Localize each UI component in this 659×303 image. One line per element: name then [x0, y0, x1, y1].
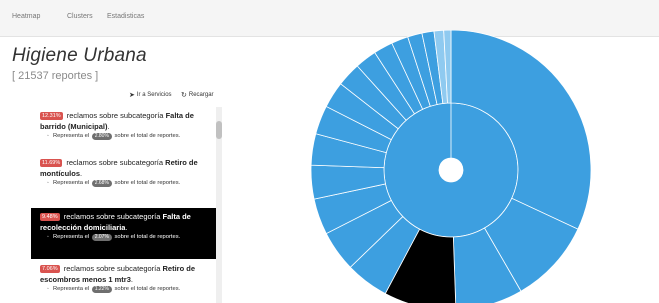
share-badge: 2.68%	[91, 180, 112, 187]
list-item-detail: Representa el 2.68% sobre el total de re…	[31, 179, 217, 187]
list-item[interactable]: 7.06% reclamos sobre subcategoría Retiro…	[31, 263, 217, 293]
detail-suffix: sobre el total de reportes.	[114, 286, 181, 292]
refresh-icon: ↻	[181, 92, 187, 99]
list-item-headline: 12.31% reclamos sobre subcategoría Falta…	[40, 111, 194, 131]
list-item-headline: 7.06% reclamos sobre subcategoría Retiro…	[40, 264, 196, 284]
list-item-headline: 11.69% reclamos sobre subcategoría Retir…	[40, 158, 198, 178]
list-item-headline: 9.48% reclamos sobre subcategoría Falta …	[40, 212, 191, 232]
services-link-label: Ir a Servicios	[136, 92, 172, 98]
percentage-badge: 7.06%	[40, 265, 60, 273]
list-item-detail: Representa el 1.22% sobre el total de re…	[31, 285, 217, 293]
share-badge: 2.07%	[91, 234, 112, 241]
share-badge: 2.80%	[91, 133, 112, 140]
list-item[interactable]: 12.31% reclamos sobre subcategoría Falta…	[31, 110, 217, 140]
item-text: reclamos sobre subcategoría	[63, 264, 161, 273]
scrollbar-thumb[interactable]	[216, 121, 222, 139]
detail-prefix: Representa el	[53, 234, 90, 240]
page-title: Higiene Urbana	[12, 45, 147, 66]
subcategory-list[interactable]: 12.31% reclamos sobre subcategoría Falta…	[31, 104, 225, 303]
list-scrollbar[interactable]	[216, 107, 222, 303]
circle-arrow-icon: ➤	[129, 92, 135, 99]
item-text: reclamos sobre subcategoría	[66, 158, 164, 167]
percentage-badge: 12.31%	[40, 112, 63, 120]
percentage-badge: 11.69%	[40, 159, 63, 167]
share-badge: 1.22%	[91, 286, 112, 293]
report-count: [ 21537 reportes ]	[12, 70, 99, 82]
list-item[interactable]: 11.69% reclamos sobre subcategoría Retir…	[31, 157, 217, 187]
services-link[interactable]: ➤ Ir a Servicios	[129, 91, 172, 99]
item-text: reclamos sobre subcategoría	[63, 212, 161, 221]
item-text: reclamos sobre subcategoría	[66, 111, 164, 120]
sunburst-inner-ring[interactable]	[383, 102, 519, 238]
list-item-detail: Representa el 2.80% sobre el total de re…	[31, 132, 217, 140]
nav-heatmap[interactable]: Heatmap	[12, 13, 40, 20]
list-item-selected[interactable]: 9.48% reclamos sobre subcategoría Falta …	[31, 208, 217, 259]
percentage-badge: 9.48%	[40, 213, 60, 221]
detail-prefix: Representa el	[53, 286, 90, 292]
nav-clusters[interactable]: Clusters	[67, 13, 93, 20]
nav-estadisticas[interactable]: Estadisticas	[107, 13, 144, 20]
sunburst-chart[interactable]	[311, 30, 591, 303]
detail-suffix: sobre el total de reportes.	[114, 133, 181, 139]
list-item-detail: Representa el 2.07% sobre el total de re…	[31, 233, 217, 241]
detail-prefix: Representa el	[53, 133, 90, 139]
detail-suffix: sobre el total de reportes.	[114, 180, 181, 186]
detail-suffix: sobre el total de reportes.	[114, 234, 181, 240]
reload-link-label: Recargar	[188, 92, 214, 98]
detail-prefix: Representa el	[53, 180, 90, 186]
reload-link[interactable]: ↻ Recargar	[181, 91, 214, 99]
